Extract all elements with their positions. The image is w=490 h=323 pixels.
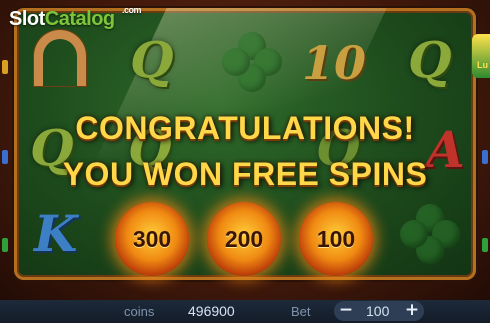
horseshoe-symbol: [34, 30, 86, 86]
coins-value: 496900: [188, 303, 235, 319]
logo-com-text: .com: [122, 5, 142, 15]
bottom-bar: coins 496900 Bet − 100 +: [0, 300, 490, 323]
option-value: 100: [316, 226, 356, 252]
free-spins-option-300[interactable]: 300: [115, 202, 189, 276]
option-value: 200: [224, 226, 264, 252]
free-spins-option-200[interactable]: 200: [207, 202, 281, 276]
right-gem-bottom: [482, 238, 488, 252]
coins-label: coins: [124, 304, 155, 319]
logo-slot-text: Slot: [9, 8, 45, 30]
lucky-badge-text: Lu: [477, 60, 488, 70]
bet-control: − 100 +: [334, 301, 424, 321]
logo-catalog-text: Catalog: [44, 8, 115, 30]
free-spins-option-100[interactable]: 100: [299, 202, 373, 276]
symbol-10: 10: [302, 36, 367, 90]
option-value: 300: [132, 226, 172, 252]
left-gem-bottom: [2, 238, 8, 252]
bet-label: Bet: [291, 304, 311, 319]
bet-decrease-button[interactable]: −: [336, 301, 356, 321]
bet-increase-button[interactable]: +: [402, 301, 422, 321]
free-spins-message: YOU WON FREE SPINS: [62, 156, 428, 192]
symbol-q: Q: [408, 30, 452, 89]
lucky-badge: Lu: [472, 34, 490, 78]
game-frame: Q 10 Q Q Q Q A K CONGRATULATIONS! YOU WO…: [0, 0, 490, 300]
symbol-k: K: [34, 204, 78, 263]
clover-symbol-top: [222, 32, 282, 92]
clover-symbol-bottom: [400, 204, 460, 264]
congratulations-title: CONGRATULATIONS!: [75, 110, 415, 146]
left-gem-top: [2, 60, 8, 74]
symbol-q: Q: [130, 30, 174, 89]
slotcatalog-logo: SlotCatalog .com: [9, 5, 142, 31]
bet-value: 100: [366, 303, 390, 319]
